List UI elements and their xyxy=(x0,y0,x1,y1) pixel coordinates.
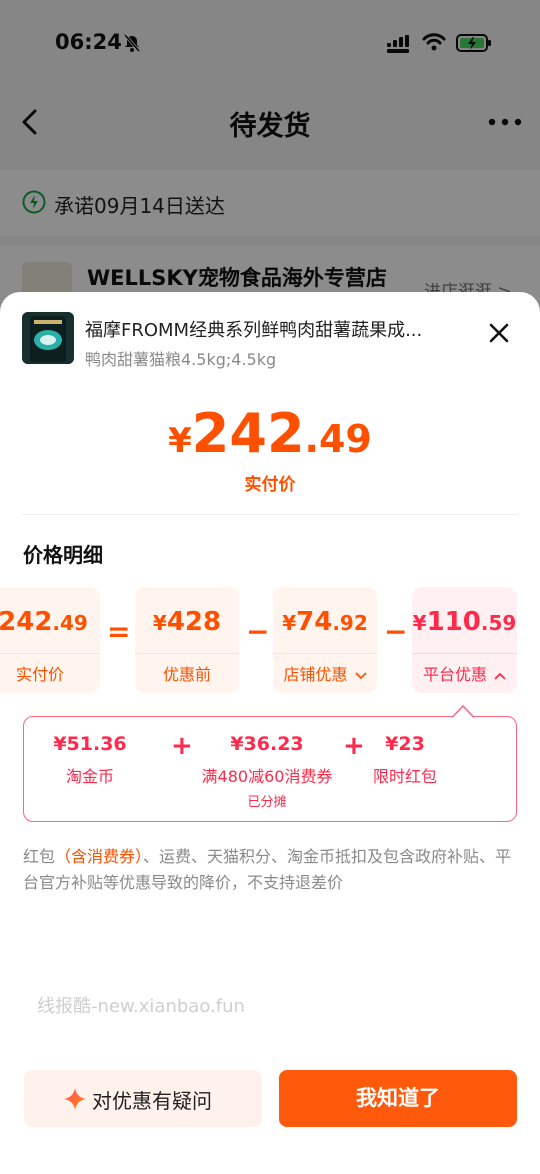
final-price-label: 实付价 xyxy=(244,475,296,495)
note-prefix: 红包 xyxy=(23,847,56,866)
detail-item-redpacket: ¥23 限时红包 xyxy=(345,733,465,787)
final-price: ¥242.49 xyxy=(0,402,540,465)
note-highlight: （含消费券） xyxy=(55,847,144,866)
formula-platform-discount-box[interactable]: ¥110.59 平台优惠 xyxy=(412,587,517,693)
formula-store-currency: ¥ xyxy=(282,611,297,635)
chevron-down-icon xyxy=(354,672,367,680)
formula-final-decimal: .49 xyxy=(52,611,88,635)
detail-redpacket-label: 限时红包 xyxy=(372,767,437,786)
price-note: 红包（含消费券）、运费、天猫积分、淘金币抵扣及包含政府补贴、平台官方补贴等优惠导… xyxy=(23,844,517,896)
formula-original-currency: ¥ xyxy=(152,611,167,635)
product-spec: 鸭肉甜薯猫粮4.5kg;4.5kg xyxy=(85,350,277,369)
detail-coins-label: 淘金币 xyxy=(65,767,114,786)
sparkle-icon xyxy=(64,1088,86,1110)
product-name: 福摩FROMM经典系列鲜鸭肉甜薯蔬果成... xyxy=(85,320,423,341)
formula-platform-decimal: .59 xyxy=(480,611,517,635)
formula-final-integer: 242 xyxy=(0,607,53,637)
box-separator xyxy=(412,653,517,654)
store-discount-label: 店铺优惠 xyxy=(283,665,348,684)
formula-final-label: 实付价 xyxy=(15,665,64,684)
detail-coins-value: ¥51.36 xyxy=(53,733,127,755)
price-formula: 242.49 实付价 = ¥428 优惠前 − ¥74.92 店铺优惠 − ¥1… xyxy=(0,587,540,693)
watermark-text: 线报酷-new.xianbao.fun xyxy=(37,996,245,1017)
product-thumbnail xyxy=(22,312,74,364)
formula-store-integer: 74 xyxy=(296,607,333,637)
formula-store-decimal: .92 xyxy=(332,611,368,635)
minus-sign: − xyxy=(384,615,408,648)
box-separator xyxy=(0,653,100,654)
detail-item-coins: ¥51.36 淘金币 xyxy=(30,733,150,787)
formula-store-label: 店铺优惠 xyxy=(273,661,377,685)
box-separator xyxy=(273,653,377,654)
price-decimal: .49 xyxy=(304,417,372,461)
detail-redpacket-value: ¥23 xyxy=(385,733,425,755)
discount-question-label: 对优惠有疑问 xyxy=(92,1089,212,1113)
divider xyxy=(22,514,518,515)
formula-platform-integer: 110 xyxy=(426,607,481,637)
platform-discount-label: 平台优惠 xyxy=(422,665,487,684)
close-icon[interactable] xyxy=(488,322,510,344)
discount-question-button[interactable]: 对优惠有疑问 xyxy=(24,1070,262,1127)
price-breakdown-title: 价格明细 xyxy=(23,543,103,567)
formula-platform-label: 平台优惠 xyxy=(412,661,517,685)
price-currency: ¥ xyxy=(168,421,192,461)
box-separator xyxy=(135,653,239,654)
price-integer: 242 xyxy=(191,402,305,465)
platform-discount-detail: ¥51.36 淘金币 + ¥36.23 满480减60消费券 已分摊 + ¥23… xyxy=(23,716,517,822)
formula-platform-currency: ¥ xyxy=(412,611,427,635)
product-bag-image xyxy=(22,312,74,364)
detail-coupon-value: ¥36.23 xyxy=(230,733,304,755)
detail-coupon-note: 已分摊 xyxy=(247,795,287,810)
detail-item-coupon: ¥36.23 满480减60消费券 已分摊 xyxy=(177,733,357,810)
minus-sign: − xyxy=(246,615,270,648)
equals-sign: = xyxy=(107,615,131,648)
formula-original-integer: 428 xyxy=(166,607,222,637)
formula-final-box: 242.49 实付价 xyxy=(0,587,100,693)
got-it-button[interactable]: 我知道了 xyxy=(279,1070,517,1127)
formula-original-label: 优惠前 xyxy=(162,665,211,684)
formula-store-discount-box[interactable]: ¥74.92 店铺优惠 xyxy=(273,587,377,693)
chevron-up-icon xyxy=(494,672,506,680)
detail-pointer xyxy=(452,705,474,718)
detail-coupon-label: 满480减60消费券 xyxy=(201,767,333,786)
formula-original-box: ¥428 优惠前 xyxy=(135,587,239,693)
price-detail-sheet: 福摩FROMM经典系列鲜鸭肉甜薯蔬果成... 鸭肉甜薯猫粮4.5kg;4.5kg… xyxy=(0,292,540,1174)
